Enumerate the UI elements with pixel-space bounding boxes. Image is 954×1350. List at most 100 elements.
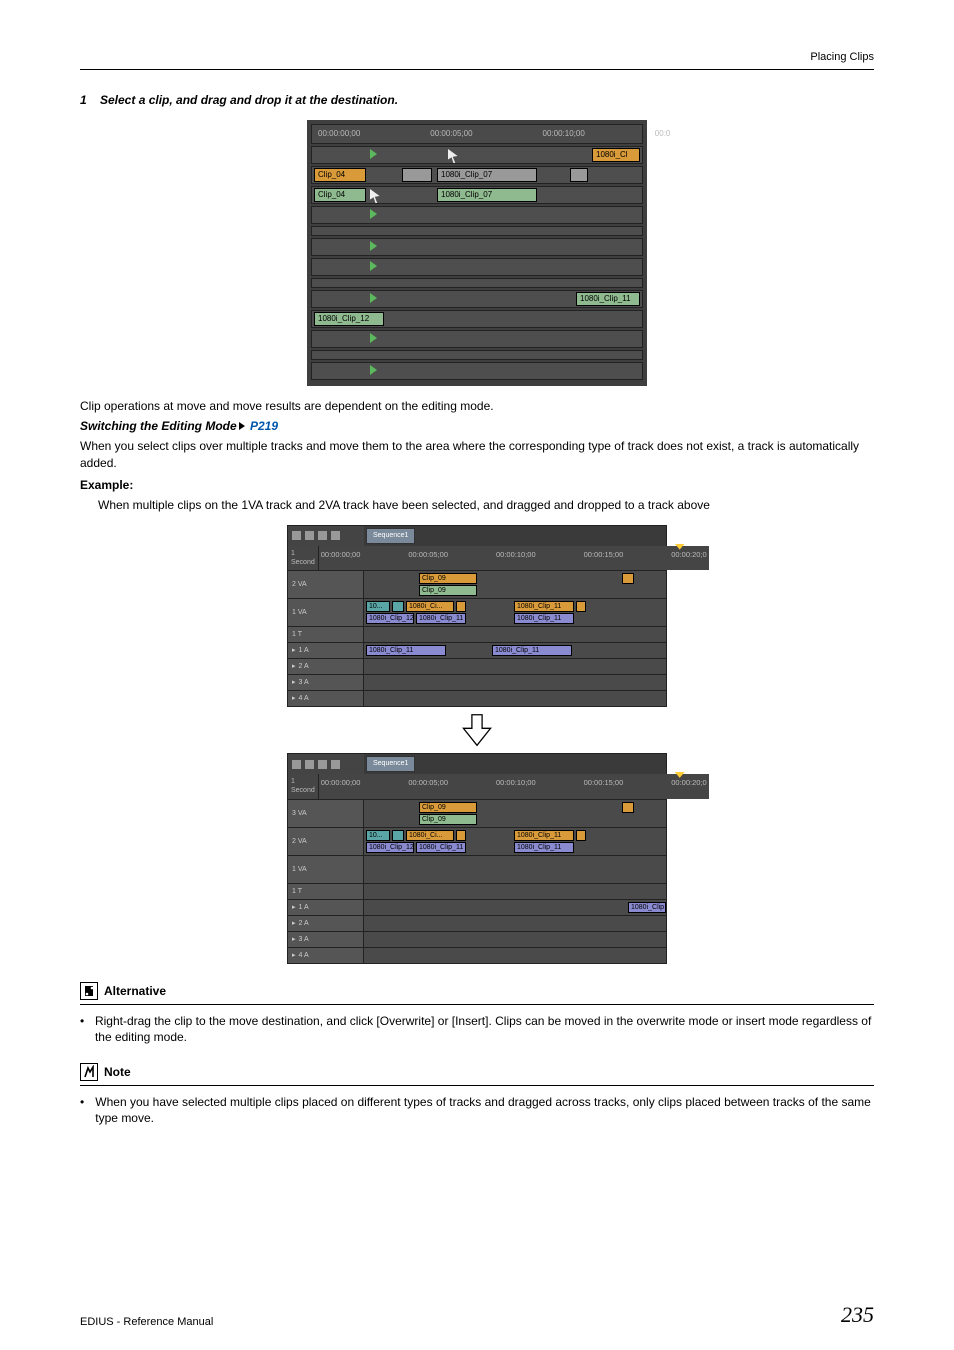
page-number: 235	[841, 1300, 874, 1330]
clip: 1080i_Clip_11	[416, 842, 466, 853]
track-row	[311, 362, 643, 380]
clip: 1080i_Clip_12	[366, 613, 414, 624]
ruler-tick: 00:00:00;00	[321, 550, 361, 567]
alternative-heading: Alternative	[80, 982, 874, 1000]
ruler-tick: 00:00:10;00	[496, 778, 536, 795]
down-arrow-icon	[460, 713, 494, 747]
clip: 1080i_Clip_11	[514, 613, 574, 624]
alternative-bullet: • Right-drag the clip to the move destin…	[80, 1013, 874, 1045]
ruler-tick: 00:00:10;00	[496, 550, 536, 567]
clip: Clip_09	[419, 802, 477, 813]
track-spacer	[311, 278, 643, 288]
clip	[576, 601, 586, 612]
ruler-tick: 00:00:00;00	[318, 129, 360, 140]
track-row-3va: 3 VA Clip_09 Clip_09	[288, 799, 666, 827]
clip	[456, 830, 466, 841]
track-row-3a: ▸ 3 A	[288, 674, 666, 690]
alternative-title: Alternative	[104, 983, 166, 999]
toolbar-icon	[292, 760, 301, 769]
clip: 1080i_Clip_12	[366, 842, 414, 853]
clip: 1080i_Clip_11	[576, 292, 640, 306]
scale-label: 1 Second	[288, 546, 319, 571]
sequence-tab[interactable]: Sequence1	[366, 528, 415, 543]
page-footer: EDIUS - Reference Manual 235	[80, 1300, 874, 1330]
track-label: ▸ 4 A	[288, 948, 364, 963]
bullet-icon: •	[80, 1094, 89, 1126]
body-paragraph: When you select clips over multiple trac…	[80, 438, 874, 470]
clip: 10...	[366, 830, 390, 841]
sequence-tab[interactable]: Sequence1	[366, 756, 415, 771]
note-icon	[80, 1063, 98, 1081]
track-label: ▸ 3 A	[288, 932, 364, 947]
track-row-1va: 1 VA	[288, 855, 666, 883]
bullet-icon: •	[80, 1013, 89, 1045]
track-row-1a: ▸ 1 A 1080i_Clip	[288, 899, 666, 915]
play-icon	[370, 293, 377, 303]
clip: 1080i_Clip_11	[514, 842, 574, 853]
clip	[402, 168, 432, 182]
timeline-screenshot-1: 00:00:00;00 00:00:05;00 00:00:10;00 00:0…	[80, 120, 874, 386]
track-label: 1 VA	[288, 599, 364, 626]
track-row: 1080i_Cl	[311, 146, 643, 164]
track-label: ▸ 1 A	[288, 643, 364, 658]
clip	[392, 830, 404, 841]
toolbar-icon	[318, 531, 327, 540]
track-label: ▸ 2 A	[288, 659, 364, 674]
track-row	[311, 238, 643, 256]
ruler-tick: 00:00:20;0	[671, 550, 706, 567]
clip: Clip_09	[419, 814, 477, 825]
triangle-icon	[239, 422, 245, 430]
track-label: ▸ 1 A	[288, 900, 364, 915]
step-1: 1 Select a clip, and drag and drop it at…	[80, 92, 874, 108]
track-label: 2 VA	[288, 571, 364, 598]
alternative-icon	[80, 982, 98, 1000]
clip: 1080i_Cl	[592, 148, 640, 162]
clip: 1080i_Clip_11	[416, 613, 466, 624]
track-label: 1 T	[288, 884, 364, 899]
clip	[576, 830, 586, 841]
ruler-tick: 00:00:15;00	[584, 778, 624, 795]
section-rule	[80, 1004, 874, 1005]
track-row	[311, 206, 643, 224]
track-row-1va: 1 VA 10... 1080i_Ci... 1080i_Clip_12 108…	[288, 598, 666, 626]
track-row-1t: 1 T	[288, 626, 666, 642]
clip: 1080i_Ci...	[406, 830, 454, 841]
clip: Clip_09	[419, 585, 477, 596]
clip: 1080i_Clip_11	[514, 601, 574, 612]
toolbar-icon	[318, 760, 327, 769]
timeline-screenshot-2-after: Sequence1 1 Second 00:00:00;00 00:00:05;…	[287, 753, 667, 963]
clip	[456, 601, 466, 612]
timeline-ruler: 00:00:00;00 00:00:05;00 00:00:10;00 00:0…	[319, 774, 709, 799]
track-row: 1080i_Clip_12	[311, 310, 643, 328]
ruler-tick: 00:00:20;0	[671, 778, 706, 795]
play-icon	[370, 333, 377, 343]
breadcrumb: Placing Clips	[80, 50, 874, 65]
play-icon	[370, 241, 377, 251]
bullet-text: When you have selected multiple clips pl…	[95, 1094, 874, 1126]
header-rule	[80, 69, 874, 70]
timeline-toolbar	[288, 754, 364, 773]
timeline-ruler: 00:00:00;00 00:00:05;00 00:00:10;00 00:0	[311, 124, 643, 144]
section-rule	[80, 1085, 874, 1086]
step-number: 1	[80, 92, 100, 108]
ruler-tick: 00:00:15;00	[584, 550, 624, 567]
clip: 1080i_Clip_12	[314, 312, 384, 326]
play-icon	[370, 365, 377, 375]
note-title: Note	[104, 1064, 131, 1080]
track-row: Clip_04 1080i_Clip_07	[311, 166, 643, 184]
track-label: 3 VA	[288, 800, 364, 827]
ruler-tick: 00:00:05;00	[408, 778, 448, 795]
play-icon	[370, 209, 377, 219]
track-spacer	[311, 350, 643, 360]
track-label: 1 T	[288, 627, 364, 642]
scale-label: 1 Second	[288, 774, 319, 799]
toolbar-icon	[305, 760, 314, 769]
example-text: When multiple clips on the 1VA track and…	[98, 497, 874, 513]
note-bullet: • When you have selected multiple clips …	[80, 1094, 874, 1126]
track-row-2a: ▸ 2 A	[288, 658, 666, 674]
link-switching-mode[interactable]: Switching the Editing Mode P219	[80, 418, 874, 434]
toolbar-icon	[292, 531, 301, 540]
track-row-3a: ▸ 3 A	[288, 931, 666, 947]
cursor-icon	[370, 189, 382, 203]
timeline-ruler: 00:00:00;00 00:00:05;00 00:00:10;00 00:0…	[319, 546, 709, 571]
